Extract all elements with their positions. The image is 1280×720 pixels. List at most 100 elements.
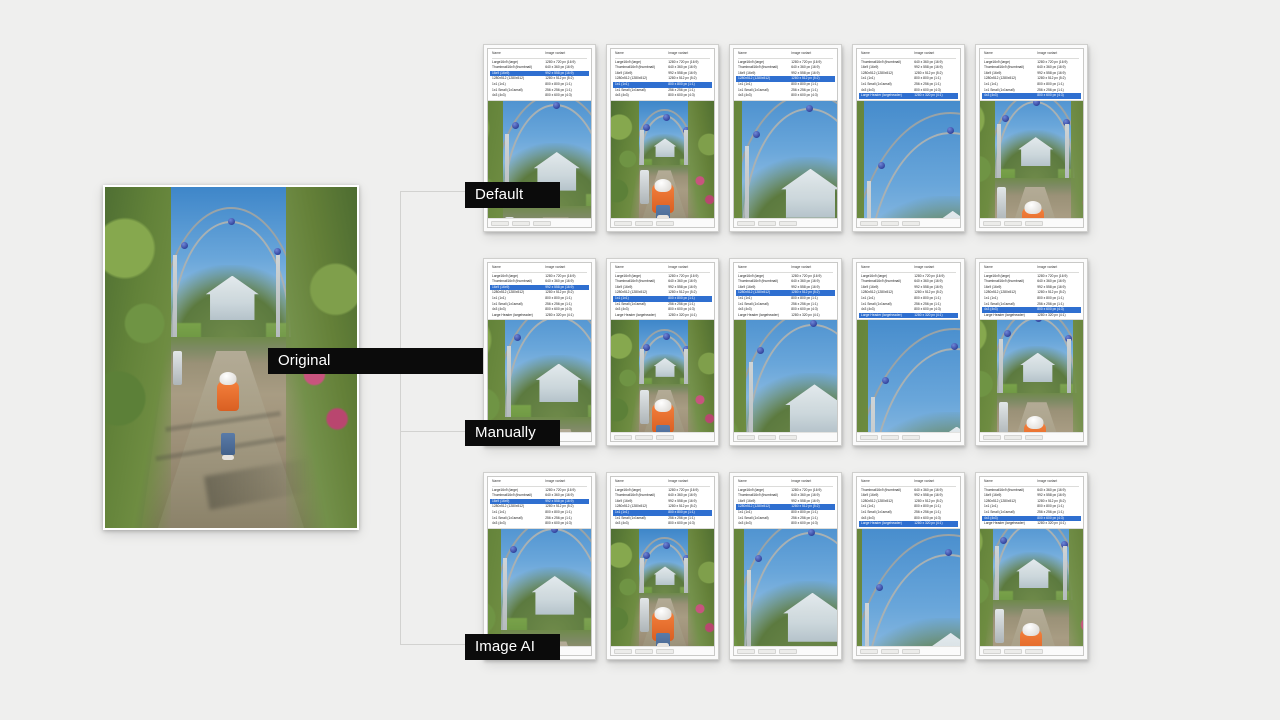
table-row[interactable]: 4x3 (4x3) 800 x 600 px (4:3) xyxy=(736,93,835,99)
toolbar-button[interactable] xyxy=(614,220,632,226)
toolbar-button[interactable] xyxy=(779,434,797,440)
toolbar-button[interactable] xyxy=(614,434,632,440)
toolbar-button[interactable] xyxy=(656,220,674,226)
variant-preview[interactable] xyxy=(611,99,714,218)
toolbar-button[interactable] xyxy=(881,434,899,440)
variant-table[interactable]: Name Image variant Large16x9 (large) 1280 x… xyxy=(611,263,714,320)
toolbar-button[interactable] xyxy=(656,648,674,654)
variant-card[interactable]: Name Image variant Large16x9 (large) 1280 x… xyxy=(729,472,842,660)
variant-table[interactable]: Name Image variant Large16x9 (large) 1280 x… xyxy=(488,49,591,100)
toolbar-button[interactable] xyxy=(902,220,920,226)
variant-card[interactable]: Name Image variant Large16x9 (large) 1280 x… xyxy=(975,44,1088,232)
card-toolbar[interactable] xyxy=(734,218,837,227)
table-row-selected[interactable]: Large Header (largeheader) 1280 x 320 px … xyxy=(859,93,958,99)
toolbar-button[interactable] xyxy=(983,434,1001,440)
toolbar-button[interactable] xyxy=(614,648,632,654)
toolbar-button[interactable] xyxy=(491,220,509,226)
toolbar-button[interactable] xyxy=(902,434,920,440)
card-toolbar[interactable] xyxy=(857,432,960,441)
toolbar-button[interactable] xyxy=(779,648,797,654)
table-row[interactable]: 4x3 (4x3) 800 x 600 px (4:3) xyxy=(490,521,589,527)
card-toolbar[interactable] xyxy=(980,432,1083,441)
toolbar-button[interactable] xyxy=(881,220,899,226)
variant-table[interactable]: Name Image variant Thumbnail16x9 (thumbnai… xyxy=(857,49,960,100)
table-row[interactable]: Large Header (largeheader) 1280 x 320 px … xyxy=(982,521,1081,527)
card-toolbar[interactable] xyxy=(611,646,714,655)
card-toolbar[interactable] xyxy=(980,218,1083,227)
table-row[interactable]: 4x3 (4x3) 800 x 600 px (4:3) xyxy=(613,521,712,527)
toolbar-button[interactable] xyxy=(737,220,755,226)
table-row[interactable]: Large Header (largeheader) 1280 x 320 px … xyxy=(736,313,835,319)
variant-table[interactable]: Name Image variant Large16x9 (large) 1280 x… xyxy=(734,49,837,100)
toolbar-button[interactable] xyxy=(758,434,776,440)
toolbar-button[interactable] xyxy=(881,648,899,654)
toolbar-button[interactable] xyxy=(635,434,653,440)
table-row-selected[interactable]: Large Header (largeheader) 1280 x 320 px … xyxy=(859,521,958,527)
toolbar-button[interactable] xyxy=(1004,434,1022,440)
variant-preview[interactable] xyxy=(980,99,1083,218)
variant-card[interactable]: Name Image variant Thumbnail16x9 (thumbnai… xyxy=(852,472,965,660)
card-toolbar[interactable] xyxy=(488,218,591,227)
toolbar-button[interactable] xyxy=(1025,434,1043,440)
variant-table[interactable]: Name Image variant Thumbnail16x9 (thumbnai… xyxy=(980,477,1083,528)
variant-card[interactable]: Name Image variant Large16x9 (large) 1280 x… xyxy=(606,472,719,660)
toolbar-button[interactable] xyxy=(860,648,878,654)
toolbar-button[interactable] xyxy=(533,220,551,226)
variant-table[interactable]: Name Image variant Large16x9 (large) 1280 x… xyxy=(611,477,714,528)
table-row[interactable]: Large Header (largeheader) 1280 x 320 px … xyxy=(613,313,712,319)
variant-card[interactable]: Name Image variant Large16x9 (large) 1280 x… xyxy=(483,472,596,660)
toolbar-button[interactable] xyxy=(860,220,878,226)
variant-card[interactable]: Name Image variant Thumbnail16x9 (thumbnai… xyxy=(852,44,965,232)
toolbar-button[interactable] xyxy=(656,434,674,440)
variant-preview[interactable] xyxy=(734,99,837,218)
variant-preview[interactable] xyxy=(980,527,1083,646)
variant-preview[interactable] xyxy=(488,527,591,646)
card-toolbar[interactable] xyxy=(734,646,837,655)
toolbar-button[interactable] xyxy=(1025,648,1043,654)
variant-preview[interactable] xyxy=(857,319,960,432)
toolbar-button[interactable] xyxy=(635,220,653,226)
table-row-selected[interactable]: 4x3 (4x3) 800 x 600 px (4:3) xyxy=(982,93,1081,99)
variant-card[interactable]: Name Image variant Large16x9 (large) 1280 x… xyxy=(852,258,965,446)
variant-card[interactable]: Name Image variant Large16x9 (large) 1280 x… xyxy=(729,258,842,446)
variant-preview[interactable] xyxy=(980,319,1083,432)
table-row[interactable]: Large Header (largeheader) 1280 x 320 px … xyxy=(490,313,589,319)
variant-table[interactable]: Name Image variant Large16x9 (large) 1280 x… xyxy=(488,263,591,320)
variant-table[interactable]: Name Image variant Large16x9 (large) 1280 x… xyxy=(857,263,960,320)
toolbar-button[interactable] xyxy=(758,220,776,226)
variant-card[interactable]: Name Image variant Thumbnail16x9 (thumbnai… xyxy=(975,472,1088,660)
toolbar-button[interactable] xyxy=(737,434,755,440)
variant-card[interactable]: Name Image variant Large16x9 (large) 1280 x… xyxy=(975,258,1088,446)
variant-card[interactable]: Name Image variant Large16x9 (large) 1280 x… xyxy=(483,258,596,446)
variant-preview[interactable] xyxy=(857,99,960,218)
variant-table[interactable]: Name Image variant Large16x9 (large) 1280 x… xyxy=(734,477,837,528)
toolbar-button[interactable] xyxy=(758,648,776,654)
toolbar-button[interactable] xyxy=(983,220,1001,226)
toolbar-button[interactable] xyxy=(860,434,878,440)
variant-preview[interactable] xyxy=(734,319,837,432)
card-toolbar[interactable] xyxy=(734,432,837,441)
variant-table[interactable]: Name Image variant Large16x9 (large) 1280 x… xyxy=(488,477,591,528)
table-row-selected[interactable]: Large Header (largeheader) 1280 x 320 px … xyxy=(859,312,958,319)
toolbar-button[interactable] xyxy=(512,220,530,226)
variant-card[interactable]: Name Image variant Large16x9 (large) 1280 x… xyxy=(606,44,719,232)
variant-preview[interactable] xyxy=(488,319,591,432)
toolbar-button[interactable] xyxy=(983,648,1001,654)
variant-preview[interactable] xyxy=(734,527,837,646)
table-row[interactable]: 4x3 (4x3) 800 x 600 px (4:3) xyxy=(736,521,835,527)
variant-table[interactable]: Name Image variant Large16x9 (large) 1280 x… xyxy=(611,49,714,100)
table-row[interactable]: 4x3 (4x3) 800 x 600 px (4:3) xyxy=(613,93,712,99)
variant-table[interactable]: Name Image variant Large16x9 (large) 1280 x… xyxy=(734,263,837,320)
card-toolbar[interactable] xyxy=(857,646,960,655)
toolbar-button[interactable] xyxy=(902,648,920,654)
variant-table[interactable]: Name Image variant Large16x9 (large) 1280 x… xyxy=(980,49,1083,100)
variant-table[interactable]: Name Image variant Thumbnail16x9 (thumbnai… xyxy=(857,477,960,528)
card-toolbar[interactable] xyxy=(611,218,714,227)
variant-table[interactable]: Name Image variant Large16x9 (large) 1280 x… xyxy=(980,263,1083,320)
table-row[interactable]: 4x3 (4x3) 800 x 600 px (4:3) xyxy=(490,93,589,99)
variant-card[interactable]: Name Image variant Large16x9 (large) 1280 x… xyxy=(729,44,842,232)
toolbar-button[interactable] xyxy=(1004,220,1022,226)
card-toolbar[interactable] xyxy=(980,646,1083,655)
toolbar-button[interactable] xyxy=(635,648,653,654)
card-toolbar[interactable] xyxy=(857,218,960,227)
